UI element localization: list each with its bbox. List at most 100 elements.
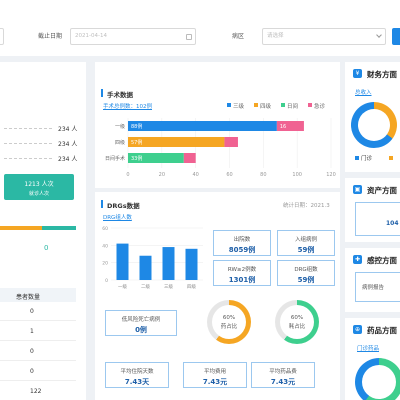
low-risk-death-box[interactable]: 低风险死亡病例 0例	[105, 310, 177, 336]
legend-label: 日间	[287, 104, 299, 110]
table-cell: 0	[30, 368, 34, 375]
y-tick-label: 40	[102, 243, 108, 249]
table-row-divider	[0, 360, 76, 361]
drg-stat-box[interactable]: 出院数 8059例	[213, 230, 271, 256]
hospital-select[interactable]	[0, 28, 4, 45]
infection-box[interactable]: 病例报告	[355, 272, 400, 302]
drg-bottom-box[interactable]: 平均住院天数 7.43天	[105, 362, 169, 388]
bar-label: 16	[280, 124, 286, 130]
table-header-cell: 患者数量	[16, 294, 41, 301]
infection-card: ✚ 感控方面 病例报告	[345, 248, 400, 312]
finance-link[interactable]: 总收入	[355, 88, 372, 96]
drug-title: 药品方面	[367, 326, 397, 335]
drg-bottom-box[interactable]: 平均费用 7.43元	[183, 362, 247, 388]
y-tick-label: 20	[102, 261, 108, 267]
drg-bottom-value: 7.43天	[124, 378, 150, 386]
bar	[185, 248, 198, 280]
drg-bottom-box[interactable]: 平均药品费 7.43元	[251, 362, 315, 388]
drug-donut-hole	[362, 365, 396, 399]
infection-link: 病例报告	[362, 285, 385, 291]
progress-fill-orange	[0, 226, 42, 230]
drg-stat-value: 1301例	[228, 276, 256, 284]
bar-segment	[128, 121, 277, 131]
percent-ring-hole: 60% 耗占比	[280, 305, 314, 339]
search-button[interactable]	[392, 28, 400, 45]
x-tick-label: 120	[326, 172, 336, 178]
chevron-down-icon	[376, 32, 382, 38]
drg-stat-box[interactable]: 入组病例 59例	[277, 230, 335, 256]
surgery-title: 手术数据	[107, 91, 133, 99]
visit-count-box: 1213 人次 就诊人次	[4, 174, 74, 200]
calendar-icon[interactable]	[186, 34, 192, 40]
bar	[162, 247, 175, 280]
x-tick-label: 20	[159, 172, 165, 178]
visit-count-value: 1213 人次	[24, 181, 54, 188]
drg-stat-label: DRG组数	[294, 267, 318, 273]
x-tick-label: 80	[260, 172, 266, 178]
table-row-divider	[0, 320, 76, 321]
drg-stat-value: 59例	[297, 246, 315, 254]
table-row-divider	[0, 380, 76, 381]
finance-title: 财务方面	[367, 70, 397, 79]
y-tick-label: 60	[102, 226, 108, 232]
bar-segment	[183, 153, 196, 163]
drg-chart-title[interactable]: DRG组人数	[103, 213, 132, 221]
row-value: 234 人	[58, 156, 78, 163]
assets-value: 104	[386, 220, 399, 227]
surgery-subtitle[interactable]: 手术总例数：102例	[103, 102, 152, 110]
ring-percent: 60%	[290, 315, 304, 321]
legend-swatch	[281, 103, 285, 107]
drg-date-note: 统计日期：2021.3	[283, 203, 330, 209]
finance-donut-hole	[358, 109, 390, 141]
row-value: 234 人	[58, 126, 78, 133]
assets-card: ▣ 资产方面 104	[345, 178, 400, 242]
drg-stat-label: 出院数	[233, 237, 251, 243]
infection-title: 感控方面	[367, 256, 397, 265]
assets-title: 资产方面	[367, 186, 397, 195]
legend-swatch	[355, 156, 359, 160]
drg-stat-box[interactable]: RW≥2例数 1301例	[213, 260, 271, 286]
table-row-divider	[0, 340, 76, 341]
table-cell: 0	[30, 348, 34, 355]
x-tick-label: 三级	[164, 283, 173, 290]
legend-label: 急诊	[314, 104, 326, 110]
bar-label: 33例	[131, 155, 142, 162]
percent-ring-hole: 60% 药占比	[212, 305, 246, 339]
drug-card: ⊕ 药品方面 门诊药品	[345, 318, 400, 400]
finance-donut	[351, 102, 397, 148]
legend-label: 三级	[233, 104, 245, 110]
ring-label: 药占比	[220, 324, 238, 330]
bar-label: 88例	[131, 123, 142, 130]
filter-bar: 截止日期 2021-04-14 病区 请选择	[0, 0, 400, 56]
percent-ring: 60% 药占比	[207, 300, 251, 344]
drg-stat-box[interactable]: DRG组数 59例	[277, 260, 335, 286]
drg-stat-value: 59例	[297, 276, 315, 284]
finance-icon: ¥	[353, 69, 362, 78]
finance-card: ¥ 财务方面 总收入 门诊	[345, 62, 400, 172]
drug-icon: ⊕	[353, 325, 362, 334]
y-tick-label: 0	[105, 278, 108, 284]
drug-link[interactable]: 门诊药品	[357, 344, 379, 352]
drg-bottom-label: 平均药品费	[269, 369, 297, 375]
row-divider	[4, 128, 52, 129]
ring-label: 耗占比	[288, 324, 306, 330]
x-tick-label: 四级	[187, 283, 196, 290]
low-risk-death-label: 低风险死亡病例	[121, 317, 161, 323]
row-label: 日间手术	[105, 155, 125, 162]
dept-select[interactable]: 请选择	[262, 28, 386, 45]
x-tick-label: 40	[192, 172, 198, 178]
table-cell: 1	[30, 328, 34, 335]
bar-label: 57例	[131, 139, 142, 146]
left-panel: 234 人 234 人 234 人 1213 人次 就诊人次 0 患者数量 0 1…	[0, 62, 86, 400]
row-label: 一级	[115, 123, 125, 130]
drg-card: DRGs数据 统计日期：2021.3 DRG组人数 60 40 20 0 一级 二级 三级 四…	[95, 192, 340, 400]
progress-fill-teal	[42, 226, 76, 230]
drug-donut	[355, 358, 400, 400]
assets-box[interactable]: 104	[355, 202, 400, 236]
legend-label: 四级	[260, 104, 272, 110]
drg-stat-label: RW≥2例数	[227, 267, 257, 273]
stat-date-input[interactable]: 2021-04-14	[70, 28, 196, 45]
stat-date-label: 截止日期	[38, 33, 63, 40]
legend-swatch	[308, 103, 312, 107]
x-tick-label: 100	[292, 172, 302, 178]
